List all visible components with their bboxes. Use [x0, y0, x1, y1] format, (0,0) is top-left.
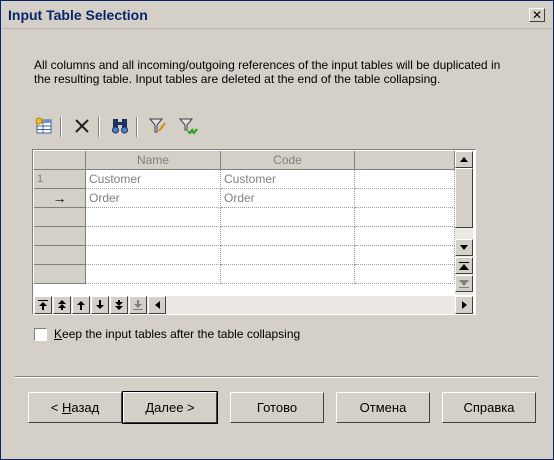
scroll-page-down-button[interactable] [455, 275, 473, 292]
input-tables-grid[interactable]: Name Code 1 Customer Customer → Order Or… [32, 149, 476, 315]
grid-navigation-bar [34, 296, 473, 314]
close-icon: ✕ [531, 8, 543, 22]
triangle-up-icon [460, 157, 468, 162]
cell-code[interactable]: Customer [221, 170, 355, 189]
toolbar-separator [60, 117, 62, 137]
current-row-arrow-icon[interactable]: → [34, 189, 86, 208]
cell-empty[interactable] [221, 246, 355, 265]
find-button[interactable] [109, 115, 131, 137]
cell-empty[interactable] [221, 227, 355, 246]
cell-name[interactable]: Customer [86, 170, 221, 189]
find-icon [112, 119, 128, 134]
cell-empty[interactable] [355, 246, 455, 265]
scroll-left-button[interactable] [148, 296, 166, 314]
cell-name[interactable]: Order [86, 189, 221, 208]
delete-icon [75, 119, 89, 133]
move-to-bottom-button[interactable] [129, 296, 147, 314]
dialog-window: Input Table Selection ✕ All columns and … [0, 0, 554, 460]
move-up-fast-button[interactable] [53, 296, 71, 314]
move-to-top-button[interactable] [34, 296, 52, 314]
keep-tables-label[interactable]: Keep the input tables after the table co… [54, 327, 300, 341]
move-top-icon [38, 300, 48, 310]
delete-button[interactable] [71, 115, 93, 137]
cell-empty[interactable] [86, 246, 221, 265]
cell-empty[interactable] [355, 170, 455, 189]
cell-empty[interactable] [86, 208, 221, 227]
double-arrow-up-icon [58, 300, 66, 310]
row-header[interactable] [34, 246, 86, 265]
title-bar[interactable]: Input Table Selection ✕ [2, 2, 552, 29]
help-button[interactable]: Справка [442, 392, 536, 423]
column-header-code[interactable]: Code [221, 151, 355, 170]
cell-code[interactable]: Order [221, 189, 355, 208]
scroll-down-button[interactable] [455, 239, 473, 256]
filter-check-icon [178, 118, 198, 135]
filter-check-button[interactable] [177, 115, 199, 137]
description-text: All columns and all incoming/outgoing re… [34, 58, 501, 86]
window-title: Input Table Selection [8, 7, 148, 23]
filter-button[interactable] [147, 115, 169, 137]
row-header[interactable] [34, 265, 86, 284]
cell-empty[interactable] [86, 227, 221, 246]
cell-empty[interactable] [355, 189, 455, 208]
toolbar-separator [98, 117, 100, 137]
move-down-button[interactable] [91, 296, 109, 314]
cell-empty[interactable] [221, 208, 355, 227]
triangle-left-icon [154, 301, 160, 309]
cell-empty[interactable] [86, 265, 221, 284]
add-tables-icon [35, 117, 52, 134]
cell-empty[interactable] [355, 265, 455, 284]
vertical-scrollbar[interactable] [455, 151, 473, 295]
back-button[interactable]: < Назад [28, 392, 122, 423]
column-header-empty [355, 151, 455, 170]
move-down-fast-button[interactable] [110, 296, 128, 314]
horizontal-scroll-track[interactable] [166, 296, 454, 314]
close-button[interactable]: ✕ [529, 8, 545, 22]
scroll-right-button[interactable] [455, 296, 473, 314]
scroll-page-up-button[interactable] [455, 257, 473, 274]
row-header[interactable] [34, 208, 86, 227]
scroll-thumb[interactable] [455, 168, 473, 228]
toolbar-separator [136, 117, 138, 137]
column-header-name[interactable]: Name [86, 151, 221, 170]
row-header[interactable] [34, 227, 86, 246]
button-divider [15, 376, 538, 378]
row-indicator[interactable]: 1 [34, 170, 86, 189]
finish-button[interactable]: Готово [230, 392, 324, 423]
cell-empty[interactable] [355, 227, 455, 246]
triangle-down-icon [460, 245, 468, 250]
arrow-down-icon [96, 300, 104, 309]
triangle-right-icon [461, 301, 467, 309]
page-up-icon [459, 261, 469, 270]
cell-empty[interactable] [221, 265, 355, 284]
add-tables-button[interactable] [33, 115, 55, 137]
cancel-button[interactable]: Отмена [336, 392, 430, 423]
move-up-button[interactable] [72, 296, 90, 314]
scroll-up-button[interactable] [455, 151, 473, 168]
page-down-icon [459, 279, 469, 288]
next-button[interactable]: Далее > [122, 391, 218, 424]
cell-empty[interactable] [355, 208, 455, 227]
arrow-up-icon [77, 301, 85, 310]
double-arrow-down-icon [115, 300, 123, 310]
keep-tables-checkbox[interactable] [34, 328, 47, 341]
row-header-corner [34, 151, 86, 170]
move-bottom-icon [133, 300, 143, 310]
filter-icon [148, 118, 166, 133]
